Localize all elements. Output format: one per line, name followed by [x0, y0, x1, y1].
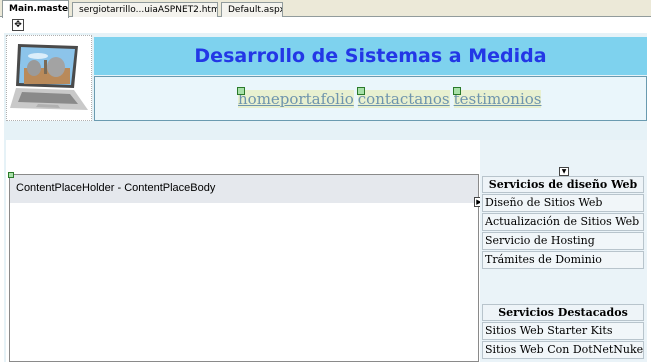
- sidebar-item-dominio[interactable]: Trámites de Dominio: [482, 251, 644, 269]
- sidebar-item-hosting[interactable]: Servicio de Hosting: [482, 232, 644, 250]
- control-marker-icon: [237, 87, 245, 95]
- control-marker-icon: [8, 172, 14, 178]
- document-tab-strip: Main.master sergiotarrillo...uiaASPNET2.…: [0, 0, 651, 18]
- top-menu: homeportafolio contactanos testimonios: [237, 87, 542, 110]
- tab-default-aspx[interactable]: Default.aspx: [221, 2, 283, 17]
- sidebar-item-actualizacion[interactable]: Actualización de Sitios Web: [482, 213, 644, 231]
- content-placeholder-body[interactable]: [9, 203, 479, 362]
- chevron-down-icon[interactable]: ▼: [559, 167, 569, 176]
- sidebar-item-dotnetnuke[interactable]: Sitios Web Con DotNetNuke: [482, 341, 644, 359]
- table-move-handle-icon[interactable]: ✥: [12, 19, 24, 31]
- menu-link-label: contactanos: [357, 90, 450, 108]
- menu-link-portafolio[interactable]: portafolio: [279, 90, 354, 108]
- sidebar-item-starter-kits[interactable]: Sitios Web Starter Kits: [482, 322, 644, 340]
- content-placeholder-label: ContentPlaceHolder - ContentPlaceBody: [16, 182, 216, 194]
- menu-link-contactanos[interactable]: contactanos: [356, 87, 450, 108]
- menu-link-label: portafolio: [279, 90, 354, 108]
- sidebar-item-diseno[interactable]: Diseño de Sitios Web: [482, 194, 644, 212]
- site-title: Desarrollo de Sistemas a Medida: [194, 45, 547, 67]
- menu-link-home[interactable]: home: [237, 87, 280, 108]
- sidebar-section-title: Servicios Destacados: [482, 304, 644, 321]
- menu-link-label: testimonios: [453, 90, 542, 108]
- tab-main-master[interactable]: Main.master: [2, 0, 69, 18]
- laptop-photo-icon: [10, 44, 88, 110]
- menu-link-testimonios[interactable]: testimonios: [452, 87, 542, 108]
- control-marker-icon: [356, 87, 365, 95]
- control-marker-icon: [452, 87, 461, 95]
- spacer-row: [4, 122, 647, 140]
- tab-htm-file[interactable]: sergiotarrillo...uiaASPNET2.htm: [72, 2, 218, 17]
- sidebar-section-title: Servicios de diseño Web: [482, 176, 644, 193]
